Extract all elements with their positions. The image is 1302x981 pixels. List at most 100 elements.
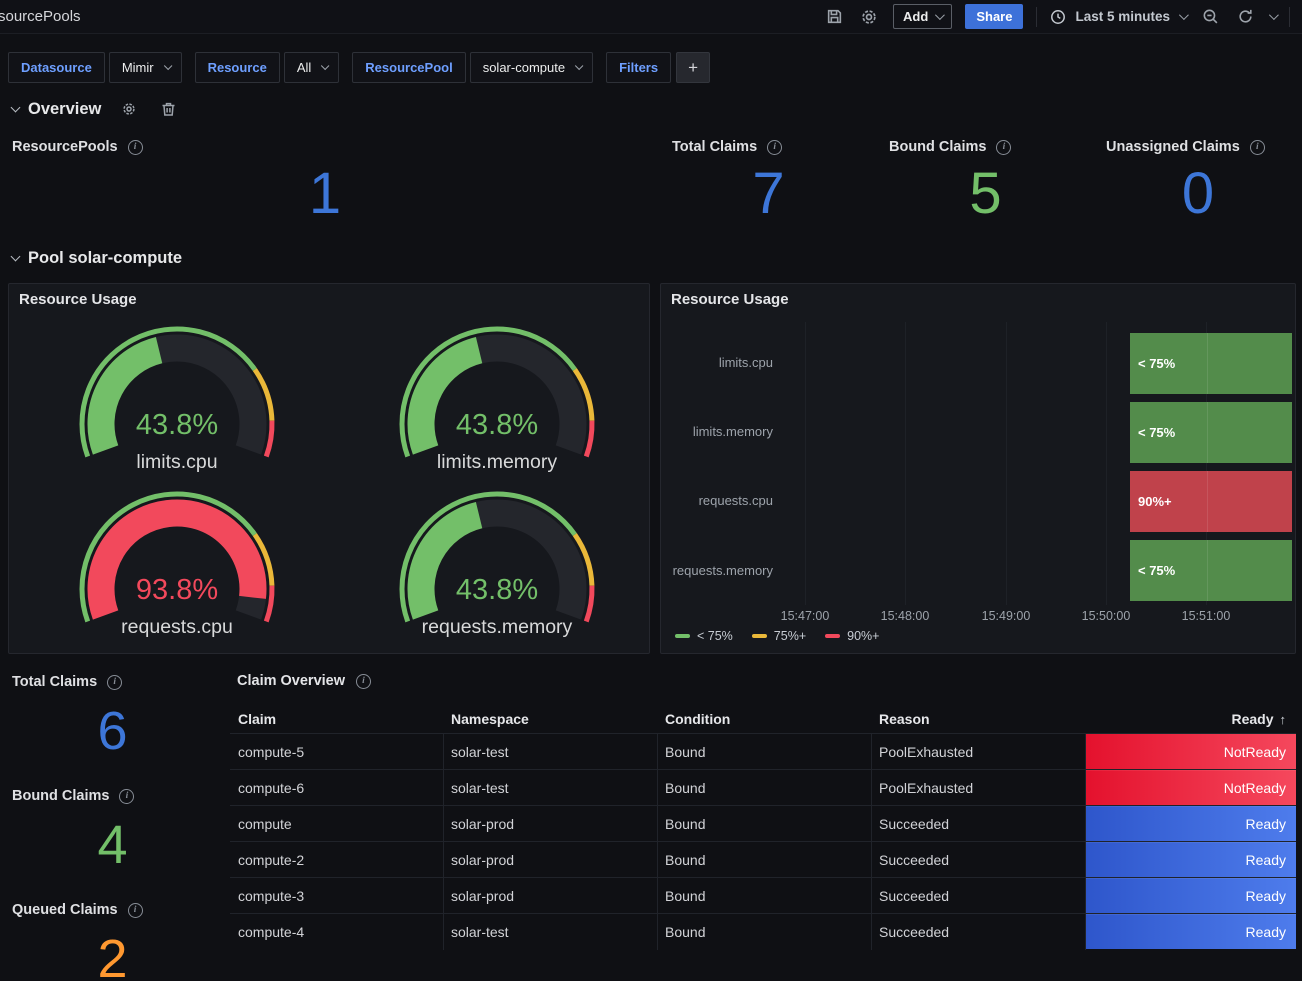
legend-item[interactable]: 75%+ bbox=[752, 629, 806, 643]
table-column-divider bbox=[871, 733, 872, 950]
variables-row: Datasource Mimir ResourceAll ResourcePoolso… bbox=[8, 52, 710, 83]
info-icon[interactable]: i bbox=[128, 903, 143, 918]
timeline-gridline-overlay bbox=[1207, 333, 1208, 394]
timeline-axis-tick: 15:51:00 bbox=[1164, 609, 1248, 623]
table-row: compute-2solar-prodBoundSucceededReady bbox=[230, 841, 1296, 877]
add-button[interactable]: Add bbox=[893, 4, 952, 29]
filters-button[interactable]: Filters bbox=[606, 52, 671, 83]
stat-title: Bound Claims i bbox=[12, 788, 134, 804]
cell-reason: Succeeded bbox=[871, 914, 1085, 949]
stat-title: Total Claimsi bbox=[672, 139, 782, 155]
row-settings-gear-icon[interactable] bbox=[118, 98, 140, 120]
timeline-row-label: limits.cpu bbox=[665, 355, 773, 370]
gauge-limits.cpu: 43.8%limits.cpu bbox=[72, 326, 282, 474]
stat-title-text: Bound Claims bbox=[889, 139, 986, 155]
info-icon[interactable]: i bbox=[356, 674, 371, 689]
zoom-out-icon[interactable] bbox=[1199, 6, 1221, 28]
row-header-overview[interactable]: Overview bbox=[12, 98, 179, 120]
gauge-requests.cpu: 93.8%requests.cpu bbox=[72, 491, 282, 639]
table-header-row: ClaimNamespace Condition ReasonReady↑ bbox=[230, 705, 1296, 733]
stat-title-text: Bound Claims bbox=[12, 788, 109, 804]
sort-asc-arrow-icon: ↑ bbox=[1280, 712, 1287, 727]
add-filter-button[interactable]: + bbox=[676, 52, 710, 83]
variable-value-text: Mimir bbox=[122, 60, 154, 75]
settings-gear-icon[interactable] bbox=[858, 6, 880, 28]
cell-condition: Bound bbox=[657, 842, 871, 877]
variable-label[interactable]: ResourcePool bbox=[352, 52, 465, 83]
variable-value-dropdown[interactable]: Mimir bbox=[109, 52, 182, 83]
info-icon[interactable]: i bbox=[107, 675, 122, 690]
cell-claim: compute-5 bbox=[230, 734, 443, 769]
gauge-label: requests.cpu bbox=[121, 616, 233, 638]
refresh-interval-chevron-icon[interactable] bbox=[1269, 10, 1279, 20]
stat-title-text: Unassigned Claims bbox=[1106, 139, 1240, 155]
cell-ready: Ready bbox=[1085, 878, 1296, 913]
timeline-row-label: requests.cpu bbox=[665, 493, 773, 508]
cell-condition: Bound bbox=[657, 914, 871, 949]
cell-ready: Ready bbox=[1085, 806, 1296, 841]
legend-swatch bbox=[675, 634, 690, 638]
gauge-label: limits.memory bbox=[437, 451, 557, 473]
cell-ready: NotReady bbox=[1085, 770, 1296, 805]
column-header-label: Condition bbox=[665, 711, 730, 727]
time-range-picker[interactable]: Last 5 minutes bbox=[1050, 9, 1186, 25]
info-icon[interactable]: i bbox=[767, 140, 782, 155]
column-header-condition[interactable]: Condition bbox=[657, 711, 871, 727]
stat-title: Total Claims i bbox=[12, 674, 122, 690]
column-header-reason[interactable]: Reason bbox=[871, 711, 1085, 727]
info-icon[interactable]: i bbox=[996, 140, 1011, 155]
table-column-divider bbox=[443, 733, 444, 950]
timeline-gridline-overlay bbox=[1207, 540, 1208, 601]
panel-title[interactable]: Resource Usage bbox=[671, 291, 789, 308]
cell-namespace: solar-prod bbox=[443, 878, 657, 913]
table-row: compute-4solar-testBoundSucceededReady bbox=[230, 913, 1296, 949]
share-button[interactable]: Share bbox=[965, 4, 1023, 29]
variable-value-dropdown[interactable]: solar-compute bbox=[470, 52, 593, 83]
panel-title[interactable]: Resource Usage bbox=[19, 291, 137, 308]
stat-value: 4 bbox=[0, 803, 225, 887]
column-header-namespace[interactable]: Namespace bbox=[443, 711, 657, 727]
divider bbox=[1036, 7, 1037, 27]
save-icon[interactable] bbox=[823, 6, 845, 28]
legend-swatch bbox=[825, 634, 840, 638]
refresh-icon[interactable] bbox=[1234, 6, 1256, 28]
stat-title-text: Queued Claims bbox=[12, 902, 118, 918]
chevron-down-icon bbox=[321, 61, 329, 69]
timeline-state-bar: < 75% bbox=[1130, 402, 1292, 463]
variable-value-dropdown[interactable]: All bbox=[284, 52, 339, 83]
cell-namespace: solar-test bbox=[443, 734, 657, 769]
info-icon[interactable]: i bbox=[128, 140, 143, 155]
legend-item[interactable]: 90%+ bbox=[825, 629, 879, 643]
legend-item[interactable]: < 75% bbox=[675, 629, 733, 643]
legend-label: < 75% bbox=[697, 629, 733, 643]
row-title: Pool solar-compute bbox=[28, 249, 182, 268]
column-header-claim[interactable]: Claim bbox=[230, 711, 443, 727]
panel-title-row: Claim Overview i bbox=[237, 673, 371, 689]
variable-label[interactable]: Datasource bbox=[8, 52, 105, 83]
stat-title: Queued Claims i bbox=[12, 902, 143, 918]
gauge-label: requests.memory bbox=[422, 616, 573, 638]
stat-title-text: Total Claims bbox=[12, 674, 97, 690]
stat-value: 2 bbox=[0, 917, 225, 981]
variable-label[interactable]: Resource bbox=[195, 52, 280, 83]
time-range-label: Last 5 minutes bbox=[1075, 9, 1170, 24]
panel-title[interactable]: Claim Overview bbox=[237, 673, 345, 689]
legend-swatch bbox=[752, 634, 767, 638]
table-row: compute-5solar-testBoundPoolExhaustedNot… bbox=[230, 733, 1296, 769]
dashboard-title: sourcePools bbox=[0, 8, 81, 25]
info-icon[interactable]: i bbox=[1250, 140, 1265, 155]
timeline-gridline bbox=[905, 322, 906, 605]
row-header-pool[interactable]: Pool solar-compute bbox=[12, 249, 182, 268]
cell-reason: PoolExhausted bbox=[871, 734, 1085, 769]
cell-condition: Bound bbox=[657, 770, 871, 805]
info-icon[interactable]: i bbox=[119, 789, 134, 804]
cell-condition: Bound bbox=[657, 806, 871, 841]
stat-title: ResourcePoolsi bbox=[12, 139, 143, 155]
column-header-ready[interactable]: Ready↑ bbox=[1085, 711, 1296, 727]
stat-panel-total-claims: Total Claimsi7 bbox=[660, 130, 877, 232]
cell-namespace: solar-test bbox=[443, 770, 657, 805]
chevron-down-icon bbox=[1179, 10, 1189, 20]
panel-claim-overview: Claim Overview i ClaimNamespace Condition… bbox=[230, 665, 1296, 981]
claim-table: ClaimNamespaceConditionReasonReady↑compu… bbox=[230, 705, 1296, 949]
row-delete-trash-icon[interactable] bbox=[157, 98, 179, 120]
